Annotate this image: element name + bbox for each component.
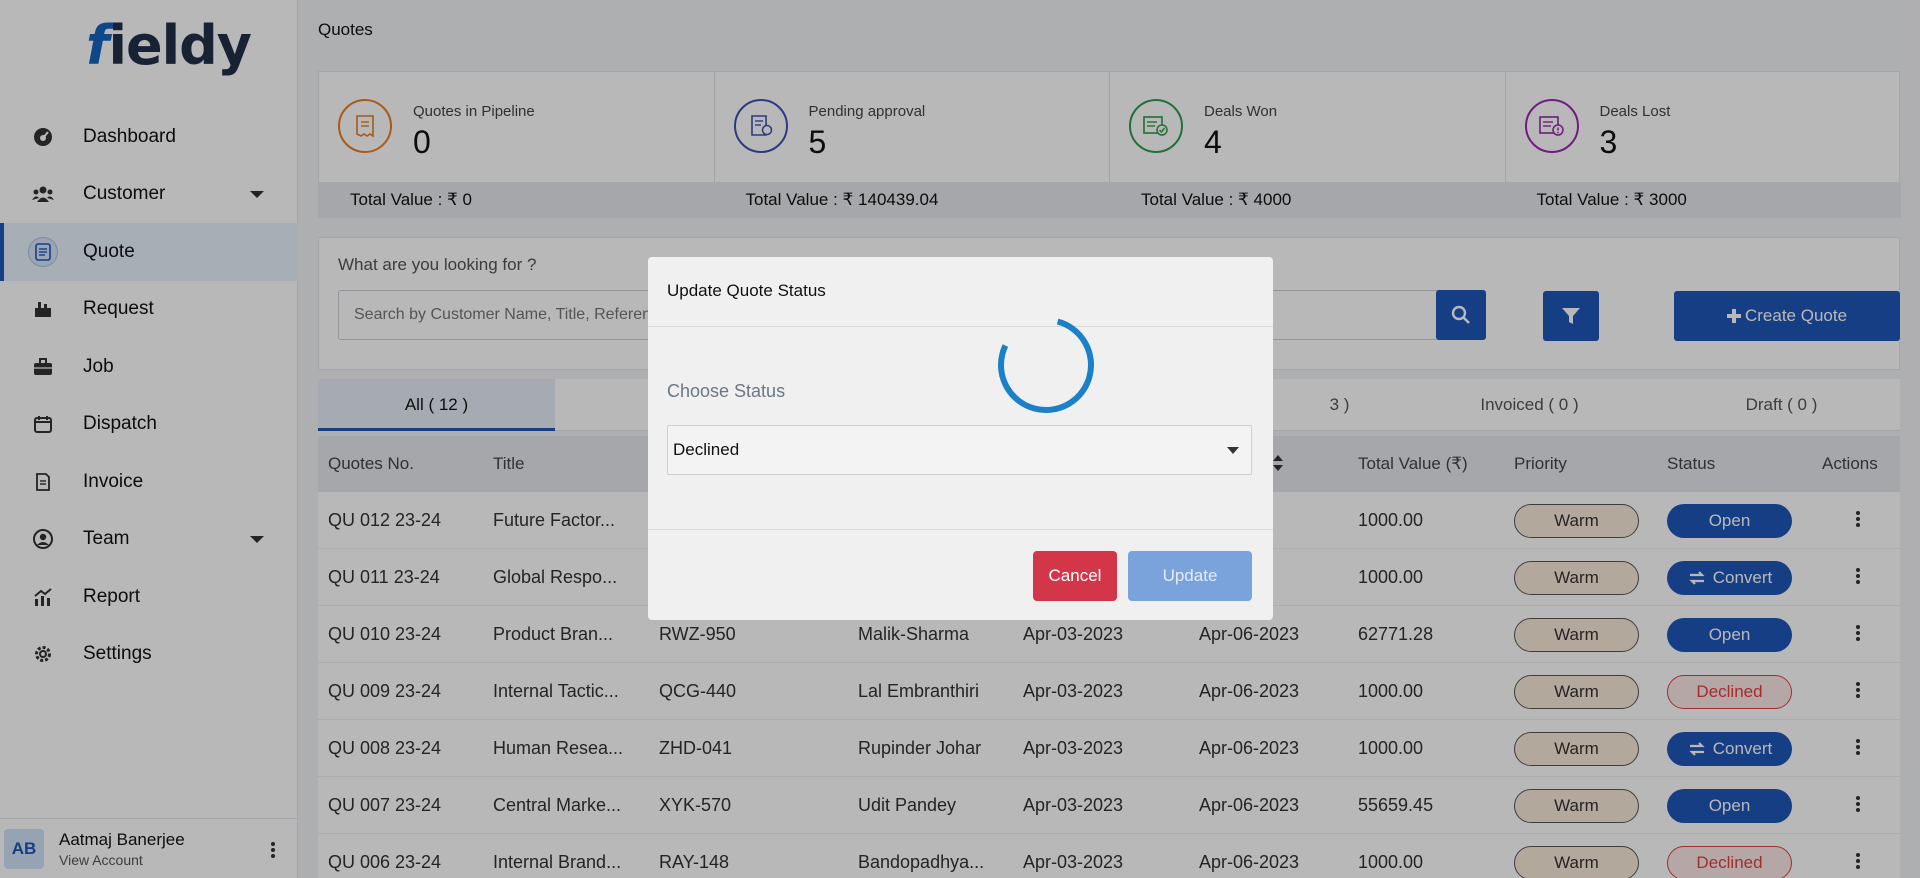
modal-title: Update Quote Status: [667, 281, 826, 300]
cancel-button[interactable]: Cancel: [1033, 551, 1117, 601]
status-select-value: Declined: [673, 440, 740, 459]
divider: [648, 326, 1273, 327]
status-select[interactable]: Declined: [667, 425, 1252, 475]
divider: [648, 529, 1273, 530]
choose-status-label: Choose Status: [667, 381, 786, 401]
update-button[interactable]: Update: [1128, 551, 1252, 601]
update-quote-status-modal: Update Quote Status Choose Status Declin…: [648, 257, 1273, 620]
loading-spinner-icon: [996, 315, 1096, 420]
chevron-down-icon: [1227, 447, 1239, 454]
